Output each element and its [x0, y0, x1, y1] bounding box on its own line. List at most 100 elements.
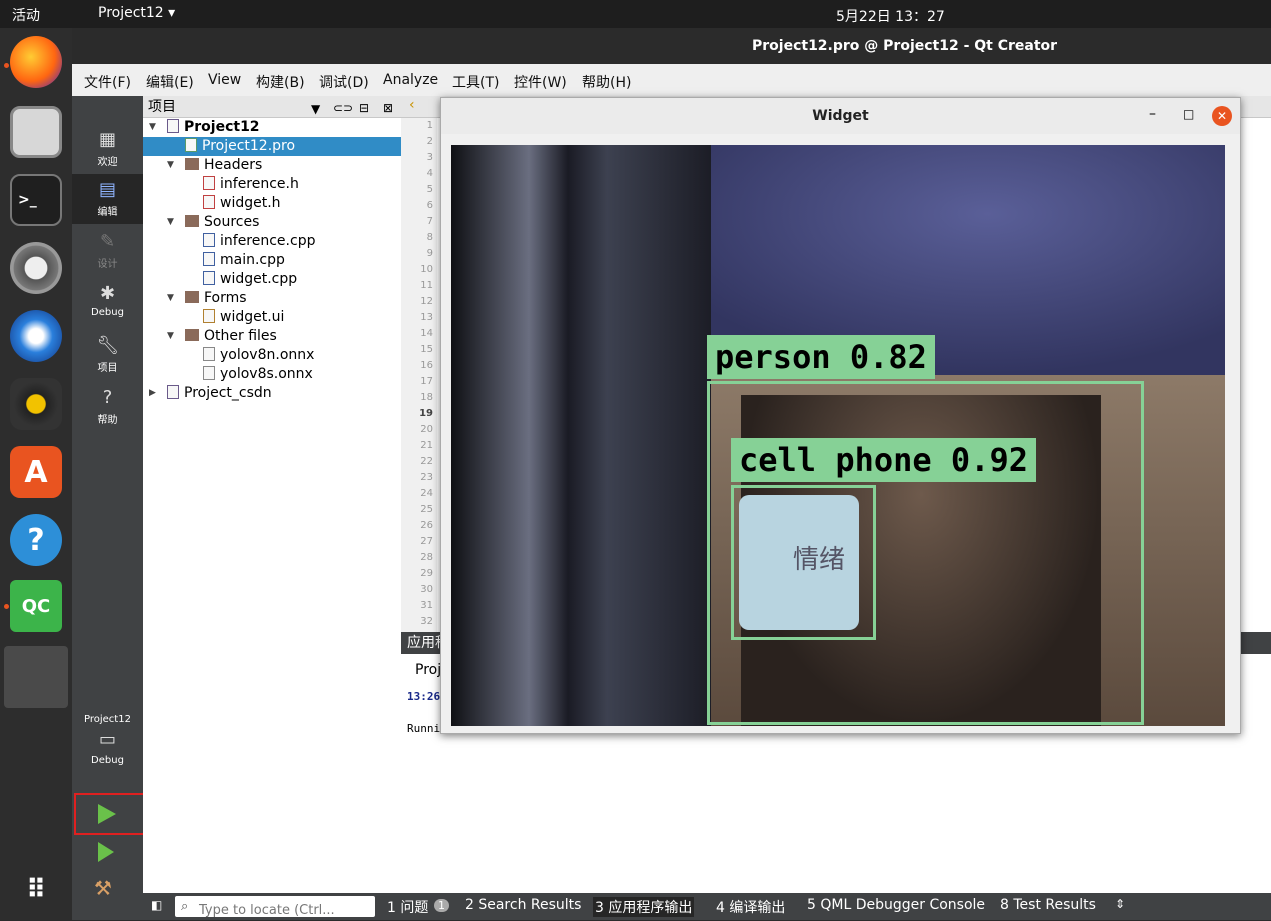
menu-edit[interactable]: 编辑(E)	[146, 72, 194, 92]
tab-search-results[interactable]: 2 Search Results	[465, 897, 581, 913]
tree-item[interactable]: inference.cpp	[143, 232, 401, 251]
tree-item[interactable]: inference.h	[143, 175, 401, 194]
grid-icon: ▦	[98, 129, 116, 150]
line-number: 4	[426, 168, 433, 179]
tree-item[interactable]: ▼ Sources	[143, 213, 401, 232]
tab-compile-output[interactable]: 4 编译输出	[716, 897, 785, 917]
line-number: 23	[420, 472, 433, 483]
build-hammer-icon[interactable]: ⚒	[94, 876, 112, 900]
tab-app-output[interactable]: 3 应用程序输出	[593, 897, 695, 917]
mode-projects[interactable]: 🔧︎ 项目	[72, 330, 143, 380]
tree-item[interactable]: yolov8s.onnx	[143, 365, 401, 384]
status-bar: ◧ ⌕ Type to locate (Ctrl... 1 问题 1 2 Sear…	[143, 893, 1271, 920]
output-tab[interactable]: Proj	[415, 662, 441, 678]
clock[interactable]: 5月22日 13：27	[836, 6, 945, 26]
thunderbird-icon[interactable]	[10, 310, 62, 362]
running-app-icon[interactable]	[4, 646, 68, 708]
tree-item[interactable]: main.cpp	[143, 251, 401, 270]
search-icon: ⌕	[181, 899, 189, 914]
line-number: 30	[420, 584, 433, 595]
tree-item[interactable]: ▼ Forms	[143, 289, 401, 308]
line-number: 6	[426, 200, 433, 211]
qt-creator-icon[interactable]: QC	[10, 580, 62, 632]
tree-item[interactable]: ▼ Headers	[143, 156, 401, 175]
settings-icon[interactable]	[10, 242, 62, 294]
widget-titlebar: Widget	[441, 98, 1240, 134]
split-icon[interactable]: ⊟	[359, 97, 369, 119]
back-icon[interactable]: ‹	[409, 97, 415, 113]
file-icon	[203, 195, 215, 209]
close-pane-icon[interactable]: ⊠	[383, 97, 393, 119]
kit-selector[interactable]: Project12 ▭ Debug	[72, 712, 143, 782]
file-icon	[185, 138, 197, 152]
tab-issues[interactable]: 1 问题	[387, 897, 428, 917]
person-label: person 0.82	[707, 335, 935, 379]
menu-debug[interactable]: 调试(D)	[319, 72, 369, 92]
window-frame	[451, 145, 711, 726]
help-icon[interactable]: ?	[10, 514, 62, 566]
rhythmbox-icon[interactable]	[10, 378, 62, 430]
tree-item[interactable]: ▼ Other files	[143, 327, 401, 346]
line-number: 7	[426, 216, 433, 227]
file-icon	[203, 271, 215, 285]
line-number: 12	[420, 296, 433, 307]
debug-run-icon[interactable]	[98, 842, 114, 862]
expand-arrow-icon[interactable]: ▶	[149, 384, 156, 403]
line-number: 31	[420, 600, 433, 611]
minimize-icon[interactable]: –	[1149, 106, 1156, 122]
menu-controls[interactable]: 控件(W)	[514, 72, 567, 92]
files-icon[interactable]	[10, 106, 62, 158]
line-number: 5	[426, 184, 433, 195]
menu-help[interactable]: 帮助(H)	[582, 72, 631, 92]
mode-debug[interactable]: ✱ Debug	[72, 278, 143, 328]
terminal-icon[interactable]: >_	[10, 174, 62, 226]
mode-help[interactable]: ? 帮助	[72, 382, 143, 432]
locate-input[interactable]: ⌕ Type to locate (Ctrl...	[175, 896, 375, 918]
expand-arrow-icon[interactable]: ▼	[167, 213, 174, 232]
firefox-icon[interactable]	[10, 36, 62, 88]
tree-header: 项目 ▼ ⊂⊃ ⊟ ⊠	[143, 96, 401, 118]
expand-arrow-icon[interactable]: ▼	[167, 156, 174, 175]
run-icon[interactable]	[98, 804, 116, 824]
menu-file[interactable]: 文件(F)	[84, 72, 131, 92]
line-number: 21	[420, 440, 433, 451]
more-tabs-icon[interactable]: ⇕	[1115, 897, 1125, 911]
line-number: 8	[426, 232, 433, 243]
app-center-icon[interactable]: A	[10, 446, 62, 498]
tree-item[interactable]: widget.cpp	[143, 270, 401, 289]
expand-arrow-icon[interactable]: ▼	[149, 118, 156, 137]
tab-qml-debugger[interactable]: 5 QML Debugger Console	[807, 897, 985, 913]
tree-item[interactable]: widget.ui	[143, 308, 401, 327]
tree-item[interactable]: widget.h	[143, 194, 401, 213]
output-running: Runni	[407, 722, 441, 735]
tree-item[interactable]: yolov8n.onnx	[143, 346, 401, 365]
menu-tools[interactable]: 工具(T)	[452, 72, 499, 92]
link-icon[interactable]: ⊂⊃	[333, 97, 353, 119]
file-icon	[203, 366, 215, 380]
menu-build[interactable]: 构建(B)	[256, 72, 305, 92]
app-menu[interactable]: Project12 ▾	[98, 5, 175, 21]
mode-welcome[interactable]: ▦ 欢迎	[72, 124, 143, 174]
wrench-icon: 🔧︎	[96, 335, 120, 356]
mode-edit[interactable]: ▤ 编辑	[72, 174, 143, 224]
maximize-icon[interactable]: □	[1183, 107, 1194, 121]
tab-test-results[interactable]: 8 Test Results	[1000, 897, 1096, 913]
line-number: 25	[420, 504, 433, 515]
sidebar-toggle-icon[interactable]: ◧	[151, 898, 162, 912]
expand-arrow-icon[interactable]: ▼	[167, 289, 174, 308]
window-title: Project12.pro @ Project12 - Qt Creator	[752, 38, 1058, 54]
mode-design[interactable]: ✎ 设计	[72, 226, 143, 276]
folder-icon	[185, 158, 199, 170]
menu-analyze[interactable]: Analyze	[383, 72, 438, 88]
file-icon	[203, 233, 215, 247]
menu-view[interactable]: View	[208, 72, 241, 88]
tree-item[interactable]: ▼ Project12	[143, 118, 401, 137]
tree-item[interactable]: ▶ Project_csdn	[143, 384, 401, 403]
filter-icon[interactable]: ▼	[311, 98, 320, 120]
show-apps-icon[interactable]: ⠿	[10, 864, 62, 916]
close-icon[interactable]: ✕	[1212, 106, 1232, 126]
tree-item[interactable]: Project12.pro	[143, 137, 401, 156]
activities-button[interactable]: 活动	[12, 5, 40, 25]
expand-arrow-icon[interactable]: ▼	[167, 327, 174, 346]
monitor-icon: ▭	[98, 729, 116, 750]
